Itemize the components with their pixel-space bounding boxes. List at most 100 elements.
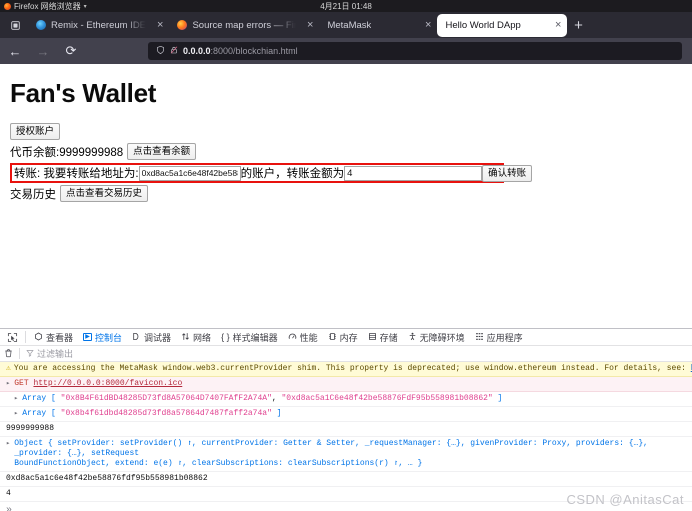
- devtools-tab-label: 网络: [193, 332, 212, 343]
- watermark: CSDN @AnitasCat: [566, 492, 684, 507]
- transfer-amount-input[interactable]: [344, 165, 483, 181]
- address-output-text: 0xd8ac5a1c6e48f42be58876fdf95b558981b088…: [6, 474, 208, 483]
- devtools-tab-label: 样式编辑器: [232, 332, 278, 343]
- view-history-button[interactable]: 点击查看交易历史: [60, 185, 149, 202]
- console-array-row-2[interactable]: ▸ Array [ "0x8b4f61dbd48285d73fd8a57864d…: [0, 407, 692, 422]
- back-icon[interactable]: ←: [6, 42, 24, 60]
- devtools-tab-label: 控制台: [95, 332, 123, 343]
- view-balance-button[interactable]: 点击查看余额: [127, 143, 197, 160]
- devtools-tab-label: 调试器: [144, 332, 172, 343]
- object-line-1: Object { setProvider: setProvider() ↾, c…: [14, 439, 648, 458]
- tab-strip: Remix - Ethereum IDE × Source map errors…: [0, 12, 692, 38]
- array-suffix: ]: [276, 409, 282, 418]
- console-filter-input[interactable]: 过滤输出: [26, 347, 73, 360]
- url-path: :8000/blockchian.html: [210, 46, 298, 56]
- reload-icon[interactable]: ⟳: [62, 42, 80, 60]
- warning-icon: ⚠: [6, 364, 11, 373]
- element-picker-icon[interactable]: [3, 330, 22, 345]
- console-array-row-1[interactable]: ▸ Array [ "0x8B4F61dBD48285D73fd8A57064D…: [0, 392, 692, 407]
- devtools-tab-application[interactable]: 应用程序: [470, 330, 528, 345]
- forward-icon[interactable]: →: [34, 42, 52, 60]
- expand-arrow-icon[interactable]: ▸: [14, 409, 18, 419]
- os-clock[interactable]: 4月21日 01:48: [0, 1, 692, 12]
- devtools-toolbar: 查看器 ▶ 控制台 调试器 网络 {} 样式编辑器 性能 内存 存储 无障碍环…: [0, 329, 692, 346]
- list-all-tabs-button[interactable]: [2, 13, 28, 37]
- tab-hello-world-dapp[interactable]: Hello World DApp ×: [437, 14, 568, 37]
- tab-metamask[interactable]: MetaMask ×: [319, 14, 437, 36]
- firefox-icon: [177, 20, 188, 30]
- console-address-row[interactable]: 0xd8ac5a1c6e48f42be58876fdf95b558981b088…: [0, 472, 692, 487]
- broken-lock-icon[interactable]: [170, 45, 178, 57]
- tab-label: Remix - Ethereum IDE: [51, 19, 147, 31]
- expand-arrow-icon[interactable]: ▸: [6, 439, 10, 449]
- expand-arrow-icon[interactable]: ▸: [6, 379, 10, 389]
- filter-icon: [26, 349, 34, 359]
- array-item: "0x8B4F61dBD48285D73fd8A57064D7407FAfF2A…: [60, 394, 272, 403]
- console-warning-text: You are accessing the MetaMask window.we…: [13, 364, 686, 373]
- array-item: "0x8b4f61dbd48285d73fd8a57864d7487faff2a…: [60, 409, 272, 418]
- confirm-transfer-button[interactable]: 确认转账: [482, 164, 533, 182]
- trash-icon[interactable]: [4, 348, 13, 360]
- tab-close-icon[interactable]: ×: [151, 19, 163, 31]
- transfer-middle-label: 的账户，转账金额为: [240, 168, 345, 180]
- devtools-tab-console[interactable]: ▶ 控制台: [78, 330, 127, 345]
- history-row: 交易历史 点击查看交易历史: [10, 185, 682, 202]
- prompt-chevron-icon: »: [6, 505, 13, 511]
- tab-source-map-errors[interactable]: Source map errors — Fire ×: [169, 14, 319, 36]
- remix-icon: [36, 20, 46, 30]
- os-top-bar: Firefox 网络浏览器 ▾ 4月21日 01:48: [0, 0, 692, 12]
- console-error-row[interactable]: ▸ GET http://0.0.0.0:8000/favicon.ico: [0, 377, 692, 392]
- browser-window: Firefox 网络浏览器 ▾ 4月21日 01:48 Remix - Ethe…: [0, 0, 692, 511]
- token-balance-label: 代币余额:9999999988: [10, 146, 124, 159]
- balance-row: 代币余额:9999999988 点击查看余额: [10, 143, 682, 160]
- devtools-tab-label: 应用程序: [486, 332, 523, 343]
- style-editor-icon: { }: [221, 332, 230, 342]
- devtools-tab-memory[interactable]: 内存: [323, 330, 363, 345]
- network-icon: [181, 332, 190, 343]
- console-filter-toolbar: 过滤输出: [0, 346, 692, 362]
- tab-remix-ethereum-ide[interactable]: Remix - Ethereum IDE ×: [28, 14, 169, 36]
- console-error-method: GET: [14, 379, 29, 388]
- accessibility-icon: [408, 332, 417, 343]
- console-icon: ▶: [83, 333, 93, 341]
- filter-placeholder-text: 过滤输出: [37, 349, 74, 359]
- transfer-address-input[interactable]: [138, 165, 241, 181]
- authorize-account-button[interactable]: 授权账户: [10, 123, 61, 140]
- devtools-tab-performance[interactable]: 性能: [283, 330, 323, 345]
- page-content: Fan's Wallet 授权账户 代币余额:9999999988 点击查看余额…: [0, 64, 692, 328]
- transfer-prefix-label: 转账: 我要转账给地址为:: [14, 168, 139, 180]
- memory-icon: [328, 332, 337, 343]
- devtools-tab-label: 查看器: [46, 332, 74, 343]
- devtools-tab-storage[interactable]: 存储: [363, 330, 403, 345]
- console-object-row[interactable]: ▸ Object { setProvider: setProvider() ↾,…: [0, 437, 692, 472]
- array-label: Array [: [22, 409, 56, 418]
- console-output[interactable]: ⚠ You are accessing the MetaMask window.…: [0, 362, 692, 511]
- tab-close-icon[interactable]: ×: [549, 20, 561, 31]
- new-tab-button[interactable]: +: [567, 14, 589, 36]
- devtools-tab-style-editor[interactable]: { } 样式编辑器: [216, 330, 283, 345]
- debugger-icon: [132, 332, 141, 343]
- inspector-icon: [34, 332, 43, 343]
- devtools-tab-inspector[interactable]: 查看器: [29, 330, 78, 345]
- amount-output-text: 4: [6, 489, 11, 498]
- balance-output-text: 9999999988: [6, 424, 55, 433]
- devtools-tab-network[interactable]: 网络: [176, 330, 216, 345]
- console-warning-row[interactable]: ⚠ You are accessing the MetaMask window.…: [0, 362, 692, 377]
- devtools-tab-debugger[interactable]: 调试器: [127, 330, 176, 345]
- tab-close-icon[interactable]: ×: [301, 19, 313, 31]
- tab-label: Source map errors — Fire: [192, 19, 297, 31]
- devtools-tab-accessibility[interactable]: 无障碍环境: [403, 330, 470, 345]
- tab-close-icon[interactable]: ×: [419, 19, 431, 31]
- object-line-2: BoundFunctionObject, extend: e(e) ↾, cle…: [14, 459, 423, 468]
- devtools-tab-label: 无障碍环境: [419, 332, 465, 343]
- tab-label: MetaMask: [327, 19, 372, 31]
- console-error-url[interactable]: http://0.0.0.0:8000/favicon.ico: [33, 379, 182, 389]
- address-bar[interactable]: 0.0.0.0:8000/blockchian.html: [148, 42, 682, 60]
- storage-icon: [368, 332, 377, 343]
- devtools-tab-label: 性能: [299, 332, 318, 343]
- shield-icon[interactable]: [156, 45, 165, 57]
- expand-arrow-icon[interactable]: ▸: [14, 394, 18, 404]
- console-balance-row[interactable]: 9999999988: [0, 422, 692, 437]
- array-label: Array [: [22, 394, 56, 403]
- tab-label: Hello World DApp: [445, 20, 521, 31]
